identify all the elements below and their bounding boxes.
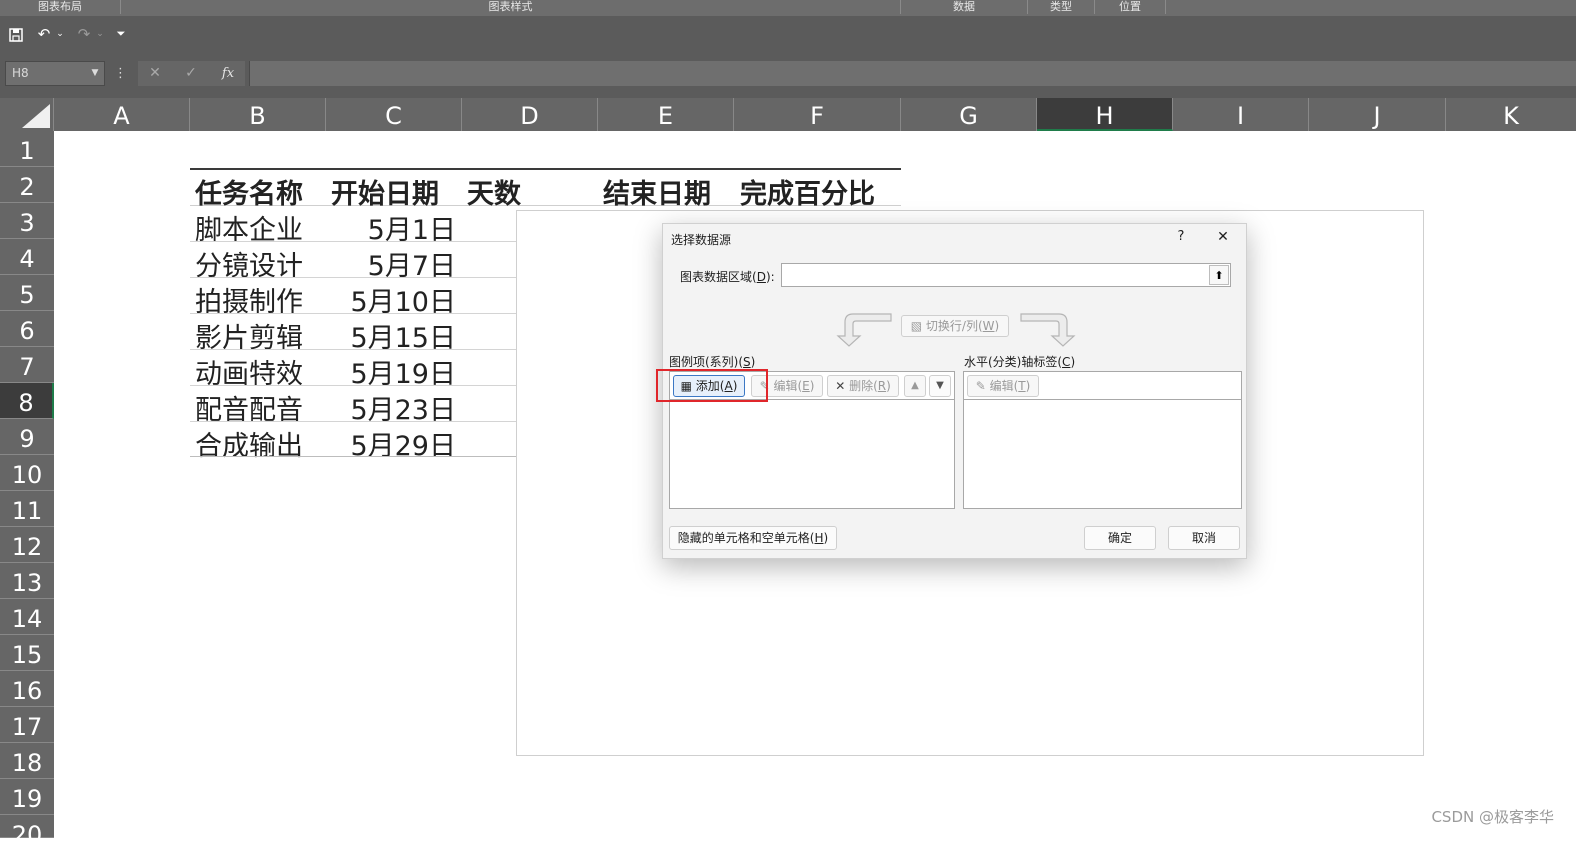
move-up-icon[interactable]: ▲ xyxy=(904,375,926,397)
column-header-e[interactable]: E xyxy=(598,98,734,131)
column-header-h[interactable]: H xyxy=(1037,98,1173,131)
row-header-active[interactable]: 8 xyxy=(0,383,54,419)
header-days[interactable]: 天数 xyxy=(467,172,521,211)
switch-left-arrow-icon xyxy=(836,313,892,347)
legend-entries-label: 图例项(系列)(S) xyxy=(669,355,756,369)
formula-input[interactable] xyxy=(249,61,1576,86)
header-completion-percent[interactable]: 完成百分比 xyxy=(740,172,875,211)
select-all-triangle-icon xyxy=(22,104,50,128)
customize-toolbar-icon[interactable]: ⏷ xyxy=(114,24,128,44)
header-end-date[interactable]: 结束日期 xyxy=(603,172,711,211)
header-start-date[interactable]: 开始日期 xyxy=(331,172,439,211)
axis-labels-label: 水平(分类)轴标签(C) xyxy=(964,355,1076,369)
redo-dropdown-icon[interactable]: ⌄ xyxy=(94,24,106,44)
row-divider xyxy=(190,313,516,314)
close-icon[interactable]: ✕ xyxy=(1213,229,1233,245)
row-header[interactable]: 17 xyxy=(0,707,54,743)
column-header-j[interactable]: J xyxy=(1309,98,1446,131)
collapse-dialog-icon[interactable]: ⬆ xyxy=(1209,265,1229,285)
switch-row-column-button[interactable]: ▧ 切换行/列(W) xyxy=(901,315,1009,337)
dialog-title: 选择数据源 xyxy=(671,233,732,247)
column-header-i[interactable]: I xyxy=(1173,98,1309,131)
edit-icon: ✎ xyxy=(975,379,990,393)
row-divider xyxy=(190,421,516,422)
quick-access-toolbar: ↶ ⌄ ↷ ⌄ ⏷ xyxy=(0,16,1576,56)
header-task-name[interactable]: 任务名称 xyxy=(195,172,303,211)
column-header-k[interactable]: K xyxy=(1446,98,1576,131)
row-divider xyxy=(190,456,516,457)
row-header[interactable]: 4 xyxy=(0,239,54,275)
row-header[interactable]: 11 xyxy=(0,491,54,527)
hidden-empty-cells-button[interactable]: 隐藏的单元格和空单元格(H) xyxy=(669,526,837,550)
watermark: CSDN @极客李华 xyxy=(1431,808,1554,826)
row-header[interactable]: 15 xyxy=(0,635,54,671)
add-button-highlight xyxy=(656,369,768,402)
ribbon-group-type: 类型 xyxy=(1050,0,1072,13)
switch-right-arrow-icon xyxy=(1020,313,1076,347)
column-header-f[interactable]: F xyxy=(734,98,901,131)
formula-bar-grip-icon[interactable]: ⋮ xyxy=(114,62,127,86)
column-header-a[interactable]: A xyxy=(54,98,190,131)
formula-tools: ✕ ✓ fx xyxy=(138,61,245,86)
row-header[interactable]: 3 xyxy=(0,203,54,239)
ribbon-group-location: 位置 xyxy=(1119,0,1141,13)
row-header[interactable]: 9 xyxy=(0,419,54,455)
row-header[interactable]: 13 xyxy=(0,563,54,599)
task-name-cell[interactable]: 合成输出 xyxy=(195,424,303,463)
undo-icon[interactable]: ↶ xyxy=(34,24,54,44)
ribbon-group-chart-styles: 图表样式 xyxy=(488,0,533,13)
row-divider xyxy=(190,349,516,350)
enter-entry-icon[interactable]: ✓ xyxy=(180,61,202,86)
table-top-border xyxy=(190,168,901,170)
undo-dropdown-icon[interactable]: ⌄ xyxy=(54,24,66,44)
save-icon[interactable] xyxy=(6,24,26,48)
row-header-bar: 1 2 3 4 5 6 7 8 9 10 11 12 13 14 15 16 1… xyxy=(0,131,54,849)
cancel-entry-icon[interactable]: ✕ xyxy=(144,61,166,86)
chart-range-input[interactable] xyxy=(781,263,1231,287)
name-box-dropdown-icon[interactable]: ▼ xyxy=(89,67,101,79)
insert-function-icon[interactable]: fx xyxy=(216,61,240,86)
row-divider xyxy=(190,241,516,242)
ok-button[interactable]: 确定 xyxy=(1084,526,1156,550)
cancel-button[interactable]: 取消 xyxy=(1168,526,1240,550)
list-toolbar-divider xyxy=(964,399,1241,400)
ribbon-separator xyxy=(1165,0,1166,14)
column-header-d[interactable]: D xyxy=(462,98,598,131)
edit-axis-labels-button[interactable]: ✎ 编辑(T) xyxy=(967,375,1039,397)
row-header[interactable]: 16 xyxy=(0,671,54,707)
row-header[interactable]: 10 xyxy=(0,455,54,491)
row-header[interactable]: 14 xyxy=(0,599,54,635)
ribbon-group-labels: 图表布局 图表样式 数据 类型 位置 xyxy=(0,0,1576,16)
ribbon-group-chart-layout: 图表布局 xyxy=(38,0,82,13)
delete-series-button[interactable]: ✕ 删除(R) xyxy=(827,375,899,397)
delete-icon: ✕ xyxy=(835,379,850,393)
ribbon-group-data: 数据 xyxy=(953,0,975,13)
column-header-b[interactable]: B xyxy=(190,98,326,131)
row-header[interactable]: 1 xyxy=(0,131,54,167)
column-header-g[interactable]: G xyxy=(901,98,1037,131)
row-header[interactable]: 6 xyxy=(0,311,54,347)
row-header[interactable]: 12 xyxy=(0,527,54,563)
start-date-cell[interactable]: 5月29日 xyxy=(326,424,456,463)
row-divider xyxy=(190,385,516,386)
redo-icon[interactable]: ↷ xyxy=(74,24,94,44)
column-header-bar: A B C D E F G H I J K xyxy=(0,98,1576,131)
row-header[interactable]: 19 xyxy=(0,779,54,815)
row-header[interactable]: 20 xyxy=(0,815,54,849)
row-divider xyxy=(190,277,516,278)
chart-range-label: 图表数据区域(D): xyxy=(680,270,775,284)
row-header[interactable]: 2 xyxy=(0,167,54,203)
move-down-icon[interactable]: ▼ xyxy=(929,375,951,397)
row-header[interactable]: 7 xyxy=(0,347,54,383)
column-header-c[interactable]: C xyxy=(326,98,462,131)
help-button[interactable]: ? xyxy=(1173,229,1189,244)
switch-icon: ▧ xyxy=(910,319,926,333)
row-header[interactable]: 18 xyxy=(0,743,54,779)
row-header[interactable]: 5 xyxy=(0,275,54,311)
select-data-source-dialog: 选择数据源 ? ✕ 图表数据区域(D): ⬆ ▧ 切换行/列(W) 图例项(系列… xyxy=(656,223,1247,559)
